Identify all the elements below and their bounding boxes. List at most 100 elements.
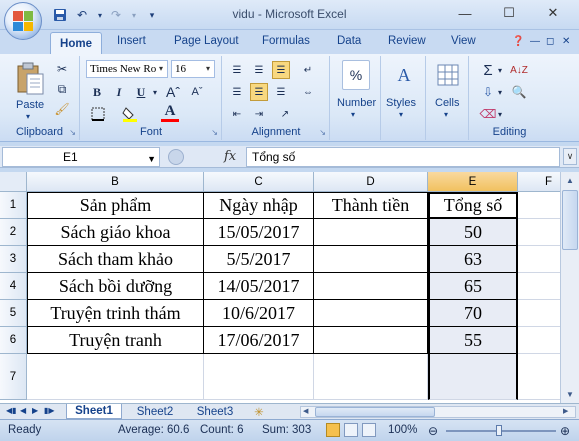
table-cell[interactable]: 63 — [428, 246, 518, 273]
table-cell[interactable] — [314, 219, 428, 246]
table-cell[interactable]: 5/5/2017 — [204, 246, 314, 273]
font-size-dropdown-icon[interactable]: ▾ — [202, 61, 214, 77]
cells-icon[interactable] — [435, 60, 461, 90]
table-cell[interactable] — [314, 246, 428, 273]
column-header-f[interactable]: F — [518, 172, 560, 192]
tab-sheet1[interactable]: Sheet1 — [66, 404, 122, 419]
autosum-dropdown-icon[interactable]: ▾ — [496, 61, 504, 79]
zoom-slider-thumb[interactable] — [496, 425, 502, 436]
zoom-out-icon[interactable]: ⊖ — [428, 424, 438, 438]
autosum-icon[interactable]: Σ — [478, 61, 498, 79]
row-header-3[interactable]: 3 — [0, 246, 27, 273]
align-right-icon[interactable]: ☰ — [272, 83, 290, 101]
font-name-dropdown-icon[interactable]: ▾ — [155, 61, 167, 77]
table-cell[interactable] — [204, 354, 314, 400]
help-icon[interactable]: ❓ — [512, 36, 524, 47]
table-cell[interactable]: Sách tham khảo — [27, 246, 204, 273]
scroll-right-icon[interactable]: ▶ — [563, 407, 573, 417]
number-dropdown-icon[interactable]: ▾ — [351, 110, 355, 119]
maximize-button[interactable]: ☐ — [496, 2, 522, 24]
formula-bar-expand-icon[interactable]: ∨ — [563, 148, 577, 165]
align-top-icon[interactable]: ☰ — [228, 61, 246, 79]
name-box[interactable]: E1 ▼ — [2, 147, 160, 167]
alignment-launcher-icon[interactable]: ↘ — [319, 128, 326, 137]
table-cell[interactable] — [518, 192, 560, 219]
sort-filter-icon[interactable]: A↓Z — [508, 61, 530, 79]
font-launcher-icon[interactable]: ↘ — [211, 128, 218, 137]
tab-insert[interactable]: Insert — [117, 35, 146, 47]
number-button[interactable]: Number — [337, 97, 376, 109]
tab-data[interactable]: Data — [337, 35, 361, 47]
align-middle-icon[interactable]: ☰ — [250, 61, 268, 79]
row-header-6[interactable]: 6 — [0, 327, 27, 354]
clipboard-launcher-icon[interactable]: ↘ — [69, 128, 76, 137]
close-button[interactable]: ✕ — [540, 2, 566, 24]
tab-view[interactable]: View — [451, 35, 476, 47]
clear-dropdown-icon[interactable]: ▾ — [496, 105, 504, 123]
table-cell[interactable]: 55 — [428, 327, 518, 354]
italic-button[interactable]: I — [111, 84, 127, 100]
font-size-combo[interactable]: 16 ▾ — [171, 60, 215, 78]
bold-button[interactable]: B — [89, 84, 105, 100]
insert-function-icon[interactable]: fx — [224, 149, 236, 164]
column-header-d[interactable]: D — [314, 172, 428, 192]
paste-icon[interactable] — [12, 60, 48, 98]
underline-dropdown-icon[interactable]: ▾ — [151, 84, 159, 100]
row-header-1[interactable]: 1 — [0, 192, 27, 219]
table-cell[interactable]: Sách bồi dưỡng — [27, 273, 204, 300]
scroll-up-icon[interactable]: ▲ — [562, 172, 578, 188]
format-painter-icon[interactable]: 🖌 — [54, 101, 70, 117]
row-header-5[interactable]: 5 — [0, 300, 27, 327]
align-bottom-icon[interactable]: ☰ — [272, 61, 290, 79]
table-cell[interactable] — [314, 354, 428, 400]
tab-sheet3[interactable]: Sheet3 — [188, 404, 242, 419]
tab-page-layout[interactable]: Page Layout — [174, 35, 239, 47]
scroll-left-icon[interactable]: ◀ — [303, 407, 313, 417]
copy-icon[interactable]: ⧉ — [54, 81, 70, 97]
row-header-2[interactable]: 2 — [0, 219, 27, 246]
fill-dropdown-icon[interactable]: ▾ — [496, 83, 504, 101]
tab-home[interactable]: Home — [50, 32, 102, 55]
table-cell[interactable] — [314, 300, 428, 327]
header-cell-ngay-nhap[interactable]: Ngày nhập — [204, 192, 314, 219]
align-left-icon[interactable]: ☰ — [228, 83, 246, 101]
table-cell[interactable]: Sách giáo khoa — [27, 219, 204, 246]
font-name-combo[interactable]: Times New Ro ▾ — [86, 60, 168, 78]
increase-indent-icon[interactable]: ⇥ — [250, 105, 268, 123]
wrap-text-icon[interactable]: ↵ — [298, 61, 318, 79]
align-center-icon[interactable]: ☰ — [250, 83, 268, 101]
horizontal-scrollbar[interactable]: ◀ ▶ — [300, 406, 576, 418]
table-cell[interactable] — [518, 354, 560, 400]
name-box-dropdown-icon[interactable]: ▼ — [147, 150, 156, 168]
table-cell[interactable] — [428, 354, 518, 400]
ribbon-restore-icon[interactable]: ◻ — [546, 36, 554, 47]
ribbon-close-icon[interactable]: ✕ — [562, 36, 570, 47]
decrease-indent-icon[interactable]: ⇤ — [228, 105, 246, 123]
table-cell[interactable]: 15/05/2017 — [204, 219, 314, 246]
styles-icon[interactable]: A — [390, 60, 418, 90]
first-sheet-icon[interactable]: ◀▮ — [6, 406, 17, 415]
table-cell[interactable] — [518, 246, 560, 273]
cut-icon[interactable]: ✂ — [54, 61, 70, 77]
minimize-button[interactable]: — — [452, 2, 478, 24]
tab-formulas[interactable]: Formulas — [262, 35, 310, 47]
font-grow-icon[interactable]: Aˆ — [165, 84, 181, 100]
scroll-down-icon[interactable]: ▼ — [562, 386, 578, 402]
underline-button[interactable]: U — [133, 84, 149, 100]
column-header-b[interactable]: B — [27, 172, 204, 192]
zoom-level[interactable]: 100% — [388, 424, 417, 436]
fill-icon[interactable]: ⇩ — [478, 83, 498, 101]
next-sheet-icon[interactable]: ▶ — [32, 406, 38, 415]
tab-review[interactable]: Review — [388, 35, 426, 47]
merge-center-icon[interactable]: ⇔ — [298, 83, 318, 101]
tab-sheet2[interactable]: Sheet2 — [128, 404, 182, 419]
table-cell[interactable] — [314, 327, 428, 354]
formula-bar-handle-icon[interactable] — [168, 149, 184, 165]
column-header-c[interactable]: C — [204, 172, 314, 192]
select-all-corner[interactable] — [0, 172, 27, 192]
paste-dropdown-icon[interactable]: ▾ — [26, 112, 30, 121]
table-cell[interactable]: 10/6/2017 — [204, 300, 314, 327]
styles-dropdown-icon[interactable]: ▾ — [399, 110, 403, 119]
table-cell[interactable] — [27, 354, 204, 400]
normal-view-icon[interactable] — [326, 423, 340, 437]
